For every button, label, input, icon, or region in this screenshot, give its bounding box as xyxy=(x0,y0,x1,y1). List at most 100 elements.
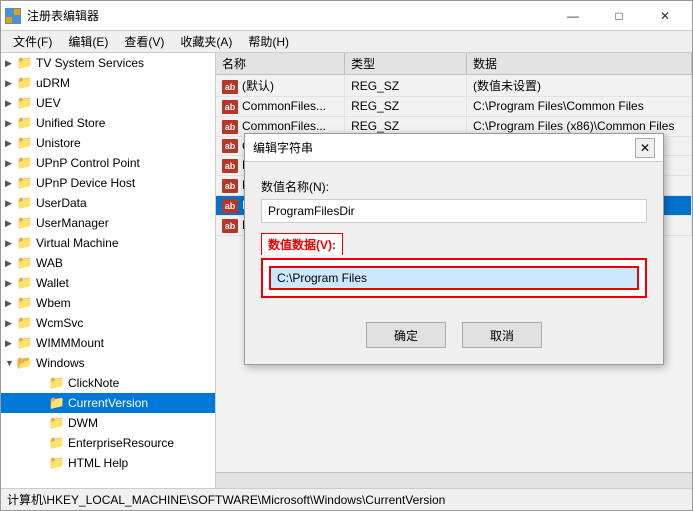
tree-label: UEV xyxy=(36,96,61,110)
tree-item-dwm[interactable]: 📁 DWM xyxy=(1,413,215,433)
tree-item-unified-store[interactable]: ▶ 📁 Unified Store xyxy=(1,113,215,133)
dialog-overlay: 编辑字符串 ✕ 数值名称(N): 数值数据(V): xyxy=(216,53,692,488)
folder-open-icon: 📂 xyxy=(17,355,33,371)
close-button[interactable]: ✕ xyxy=(642,1,688,31)
tree-label: UPnP Device Host xyxy=(36,176,135,190)
folder-icon: 📁 xyxy=(49,455,65,471)
tree-item-upnp-device[interactable]: ▶ 📁 UPnP Device Host xyxy=(1,173,215,193)
tree-label: Wallet xyxy=(36,276,69,290)
title-bar: 注册表编辑器 — □ ✕ xyxy=(1,1,692,31)
menu-help[interactable]: 帮助(H) xyxy=(240,31,297,52)
tree-arrow: ▶ xyxy=(5,198,17,209)
tree-item-upnp-control[interactable]: ▶ 📁 UPnP Control Point xyxy=(1,153,215,173)
folder-icon: 📁 xyxy=(17,95,33,111)
tree-item-usermanager[interactable]: ▶ 📁 UserManager xyxy=(1,213,215,233)
value-box xyxy=(261,258,647,298)
tree-arrow: ▶ xyxy=(5,98,17,109)
tree-arrow: ▶ xyxy=(5,138,17,149)
tree-item-wallet[interactable]: ▶ 📁 Wallet xyxy=(1,273,215,293)
tree-arrow: ▶ xyxy=(5,338,17,349)
tree-arrow: ▶ xyxy=(5,238,17,249)
tree-label: UserManager xyxy=(36,216,109,230)
tree-arrow-expanded: ▼ xyxy=(5,358,17,368)
tree-item-virtual-machine[interactable]: ▶ 📁 Virtual Machine xyxy=(1,233,215,253)
minimize-button[interactable]: — xyxy=(550,1,596,31)
tree-label: TV System Services xyxy=(36,56,144,70)
ok-button[interactable]: 确定 xyxy=(366,322,446,348)
folder-icon: 📁 xyxy=(49,415,65,431)
tree-label: ClickNote xyxy=(68,376,119,390)
main-content: ▶ 📁 TV System Services ▶ 📁 uDRM ▶ 📁 UEV … xyxy=(1,53,692,488)
tree-arrow: ▶ xyxy=(5,58,17,69)
dialog-close-button[interactable]: ✕ xyxy=(635,138,655,158)
tree-arrow: ▶ xyxy=(5,158,17,169)
folder-icon: 📁 xyxy=(17,335,33,351)
folder-icon: 📁 xyxy=(49,375,65,391)
tree-label: EnterpriseResource xyxy=(68,436,174,450)
dialog-title: 编辑字符串 xyxy=(253,139,635,156)
tree-item-windows[interactable]: ▼ 📂 Windows xyxy=(1,353,215,373)
tree-arrow: ▶ xyxy=(5,278,17,289)
tree-item-wimmount[interactable]: ▶ 📁 WIMMMount xyxy=(1,333,215,353)
tree-label: Wbem xyxy=(36,296,71,310)
tree-arrow: ▶ xyxy=(5,258,17,269)
tree-item-html-help[interactable]: 📁 HTML Help xyxy=(1,453,215,473)
tree-item-unistore[interactable]: ▶ 📁 Unistore xyxy=(1,133,215,153)
tree-arrow: ▶ xyxy=(5,318,17,329)
maximize-button[interactable]: □ xyxy=(596,1,642,31)
tree-label: UserData xyxy=(36,196,87,210)
tree-label: DWM xyxy=(68,416,98,430)
tree-label: Unified Store xyxy=(36,116,105,130)
menu-bar: 文件(F) 编辑(E) 查看(V) 收藏夹(A) 帮助(H) xyxy=(1,31,692,53)
dialog-body: 数值名称(N): 数值数据(V): xyxy=(245,162,663,314)
main-window: 注册表编辑器 — □ ✕ 文件(F) 编辑(E) 查看(V) 收藏夹(A) 帮助… xyxy=(0,0,693,511)
folder-icon: 📁 xyxy=(17,275,33,291)
tree-item-currentversion[interactable]: 📁 CurrentVersion xyxy=(1,393,215,413)
menu-edit[interactable]: 编辑(E) xyxy=(60,31,116,52)
tree-item-udrm[interactable]: ▶ 📁 uDRM xyxy=(1,73,215,93)
tree-label: WIMMMount xyxy=(36,336,104,350)
status-bar: 计算机\HKEY_LOCAL_MACHINE\SOFTWARE\Microsof… xyxy=(1,488,692,510)
tree-label: UPnP Control Point xyxy=(36,156,140,170)
folder-icon: 📁 xyxy=(17,115,33,131)
dialog-title-bar: 编辑字符串 ✕ xyxy=(245,134,663,162)
edit-string-dialog: 编辑字符串 ✕ 数值名称(N): 数值数据(V): xyxy=(244,133,664,365)
window-title: 注册表编辑器 xyxy=(27,7,550,24)
tree-item-tv-system[interactable]: ▶ 📁 TV System Services xyxy=(1,53,215,73)
folder-icon: 📁 xyxy=(17,175,33,191)
tree-item-userdata[interactable]: ▶ 📁 UserData xyxy=(1,193,215,213)
status-text: 计算机\HKEY_LOCAL_MACHINE\SOFTWARE\Microsof… xyxy=(7,491,445,508)
menu-view[interactable]: 查看(V) xyxy=(116,31,172,52)
tree-arrow: ▶ xyxy=(5,78,17,89)
value-field-group: 数值数据(V): xyxy=(261,233,647,298)
tree-label: CurrentVersion xyxy=(68,396,148,410)
value-label: 数值数据(V): xyxy=(261,233,343,255)
dialog-buttons: 确定 取消 xyxy=(245,314,663,364)
tree-panel: ▶ 📁 TV System Services ▶ 📁 uDRM ▶ 📁 UEV … xyxy=(1,53,216,488)
folder-icon: 📁 xyxy=(17,215,33,231)
tree-arrow: ▶ xyxy=(5,178,17,189)
folder-icon: 📁 xyxy=(49,395,65,411)
menu-favorites[interactable]: 收藏夹(A) xyxy=(172,31,240,52)
name-input[interactable] xyxy=(261,199,647,223)
right-area: 名称 类型 数据 ab(默认)REG_SZ(数值未设置)abCommonFile… xyxy=(216,53,692,488)
tree-item-wcmsvc[interactable]: ▶ 📁 WcmSvc xyxy=(1,313,215,333)
folder-icon: 📁 xyxy=(17,255,33,271)
tree-label: uDRM xyxy=(36,76,70,90)
tree-label: WAB xyxy=(36,256,63,270)
tree-item-uev[interactable]: ▶ 📁 UEV xyxy=(1,93,215,113)
tree-item-wbem[interactable]: ▶ 📁 Wbem xyxy=(1,293,215,313)
window-controls: — □ ✕ xyxy=(550,1,688,31)
tree-item-enterpriseresource[interactable]: 📁 EnterpriseResource xyxy=(1,433,215,453)
cancel-button[interactable]: 取消 xyxy=(462,322,542,348)
value-input[interactable] xyxy=(269,266,639,290)
tree-item-wab[interactable]: ▶ 📁 WAB xyxy=(1,253,215,273)
folder-icon: 📁 xyxy=(49,435,65,451)
tree-arrow: ▶ xyxy=(5,118,17,129)
tree-label: Windows xyxy=(36,356,85,370)
folder-icon: 📁 xyxy=(17,315,33,331)
folder-icon: 📁 xyxy=(17,135,33,151)
tree-label: Virtual Machine xyxy=(36,236,119,250)
tree-item-clicknote[interactable]: 📁 ClickNote xyxy=(1,373,215,393)
menu-file[interactable]: 文件(F) xyxy=(5,31,60,52)
